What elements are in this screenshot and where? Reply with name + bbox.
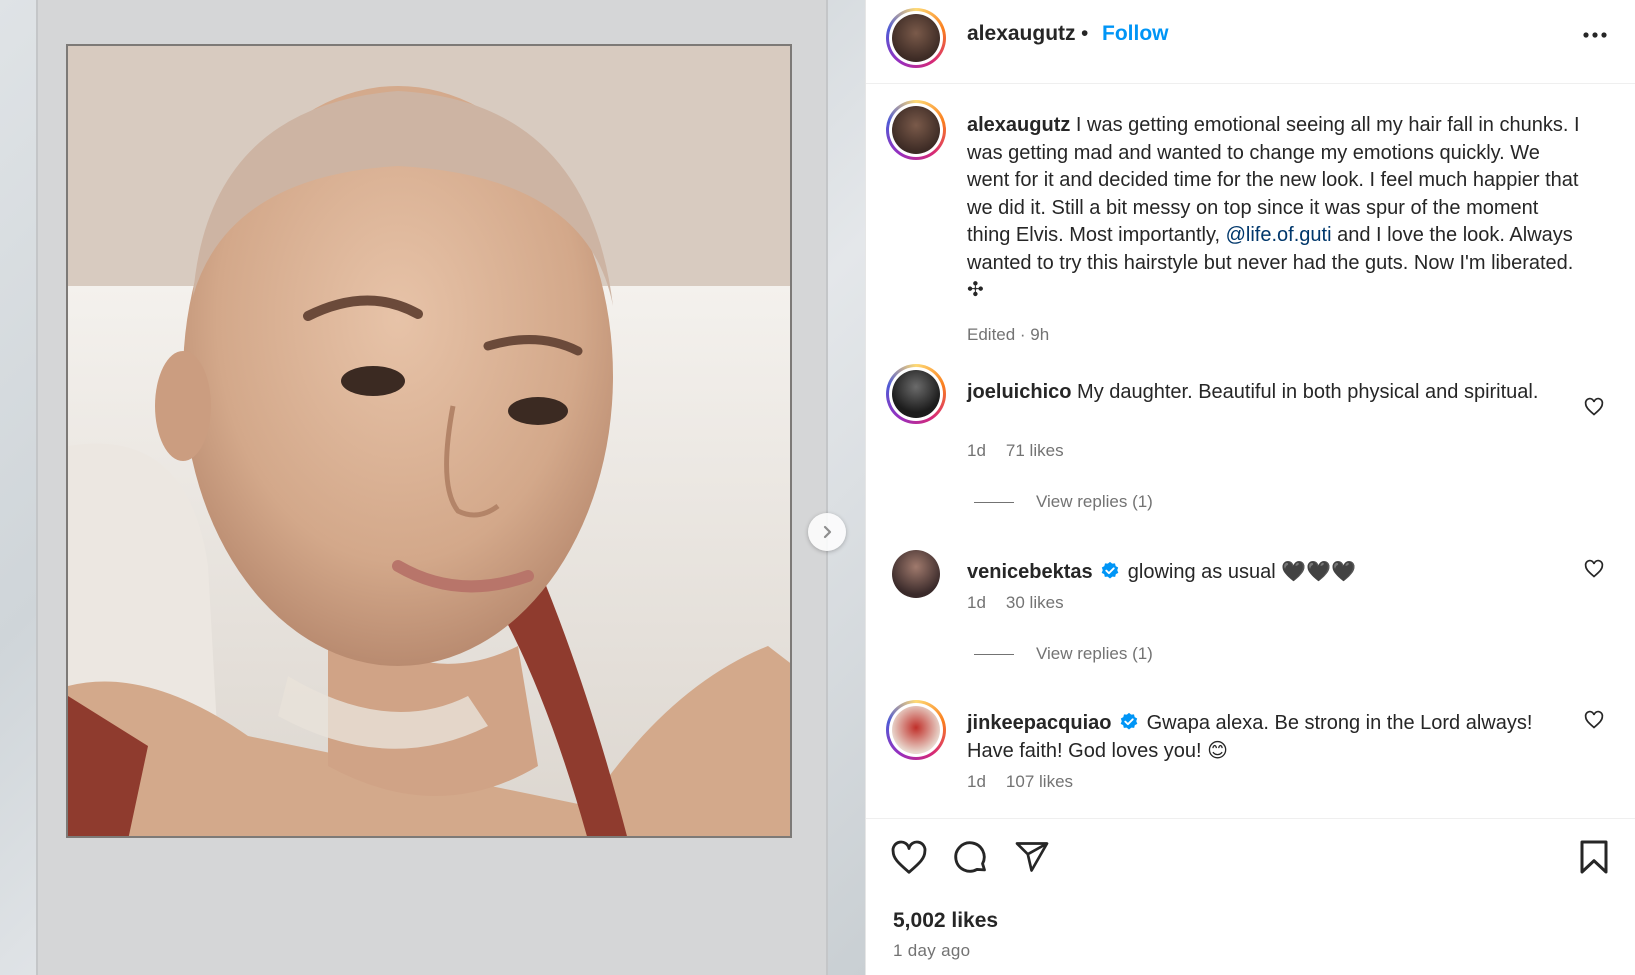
comment-username[interactable]: jinkeepacquiao — [967, 712, 1112, 734]
heart-icon — [1584, 397, 1604, 416]
post-timestamp: 1 day ago — [893, 941, 971, 960]
more-options-icon — [1583, 32, 1607, 38]
comment-username[interactable]: joeluichico — [967, 381, 1071, 403]
comment-like-button[interactable] — [1584, 397, 1604, 422]
save-button[interactable] — [1578, 839, 1610, 880]
comment-icon — [954, 841, 986, 873]
caption-username[interactable]: alexaugutz — [967, 114, 1070, 136]
comment-username[interactable]: venicebektas — [967, 561, 1093, 583]
view-replies-button[interactable]: View replies (1) — [974, 644, 1153, 664]
bookmark-icon — [1580, 840, 1608, 874]
comment-likes[interactable]: 30 likes — [1006, 593, 1064, 613]
share-button[interactable] — [1014, 839, 1050, 880]
comment-likes[interactable]: 107 likes — [1006, 772, 1073, 792]
author-avatar[interactable] — [886, 8, 946, 68]
comment-age: 1d — [967, 772, 986, 791]
verified-badge-icon — [1120, 712, 1138, 730]
next-media-button[interactable] — [808, 513, 846, 551]
comment-age: 1d — [967, 441, 986, 460]
comment-like-button[interactable] — [1584, 559, 1604, 584]
portrait-illustration — [68, 46, 790, 836]
caption-meta: Edited · 9h — [967, 324, 1050, 344]
comments-list: alexaugutz I was getting emotional seein… — [866, 85, 1635, 818]
heart-icon — [1584, 559, 1604, 578]
comment-body: My daughter. Beautiful in both physical … — [1077, 381, 1539, 403]
comment-likes[interactable]: 71 likes — [1006, 441, 1064, 461]
comment-meta: 1d 71 likes — [967, 441, 1064, 461]
post-photo — [66, 44, 792, 838]
comment-avatar[interactable] — [886, 700, 946, 760]
post-media — [0, 0, 865, 975]
caption-mention-link[interactable]: @life.of.guti — [1226, 224, 1332, 246]
chevron-right-icon — [823, 525, 832, 539]
comment-meta: 1d 30 likes — [967, 593, 1064, 613]
comment-text: venicebektas glowing as usual 🖤🖤🖤 — [967, 559, 1557, 587]
post-caption: alexaugutz I was getting emotional seein… — [967, 112, 1587, 348]
comment-meta: 1d 107 likes — [967, 772, 1073, 792]
verified-badge-icon — [1101, 561, 1119, 579]
send-icon — [1015, 842, 1049, 872]
comment-like-button[interactable] — [1584, 710, 1604, 735]
separator-dot: • — [1081, 22, 1089, 45]
comment-button[interactable] — [952, 839, 990, 882]
like-button[interactable] — [890, 839, 928, 882]
view-replies-label: View replies (1) — [1036, 644, 1153, 663]
post-panel: alexaugutz • Follow alexaugutz I was get… — [865, 0, 1635, 975]
comment-text: jinkeepacquiao Gwapa alexa. Be strong in… — [967, 710, 1557, 765]
follow-button[interactable]: Follow — [1102, 22, 1169, 46]
view-replies-button[interactable]: View replies (1) — [974, 492, 1153, 512]
view-replies-label: View replies (1) — [1036, 492, 1153, 511]
post-actions: 5,002 likes 1 day ago — [866, 818, 1635, 975]
post-header: alexaugutz • Follow — [866, 0, 1635, 84]
heart-icon — [891, 840, 927, 874]
likes-count[interactable]: 5,002 likes — [893, 909, 998, 933]
more-options-button[interactable] — [1582, 22, 1608, 53]
comment-avatar[interactable] — [886, 544, 946, 604]
comment-avatar[interactable] — [886, 364, 946, 424]
author-username[interactable]: alexaugutz — [967, 22, 1076, 46]
comment-text: joeluichico My daughter. Beautiful in bo… — [967, 379, 1557, 407]
comment-body: glowing as usual 🖤🖤🖤 — [1127, 561, 1356, 583]
comment-age: 1d — [967, 593, 986, 612]
heart-icon — [1584, 710, 1604, 729]
caption-avatar[interactable] — [886, 100, 946, 160]
